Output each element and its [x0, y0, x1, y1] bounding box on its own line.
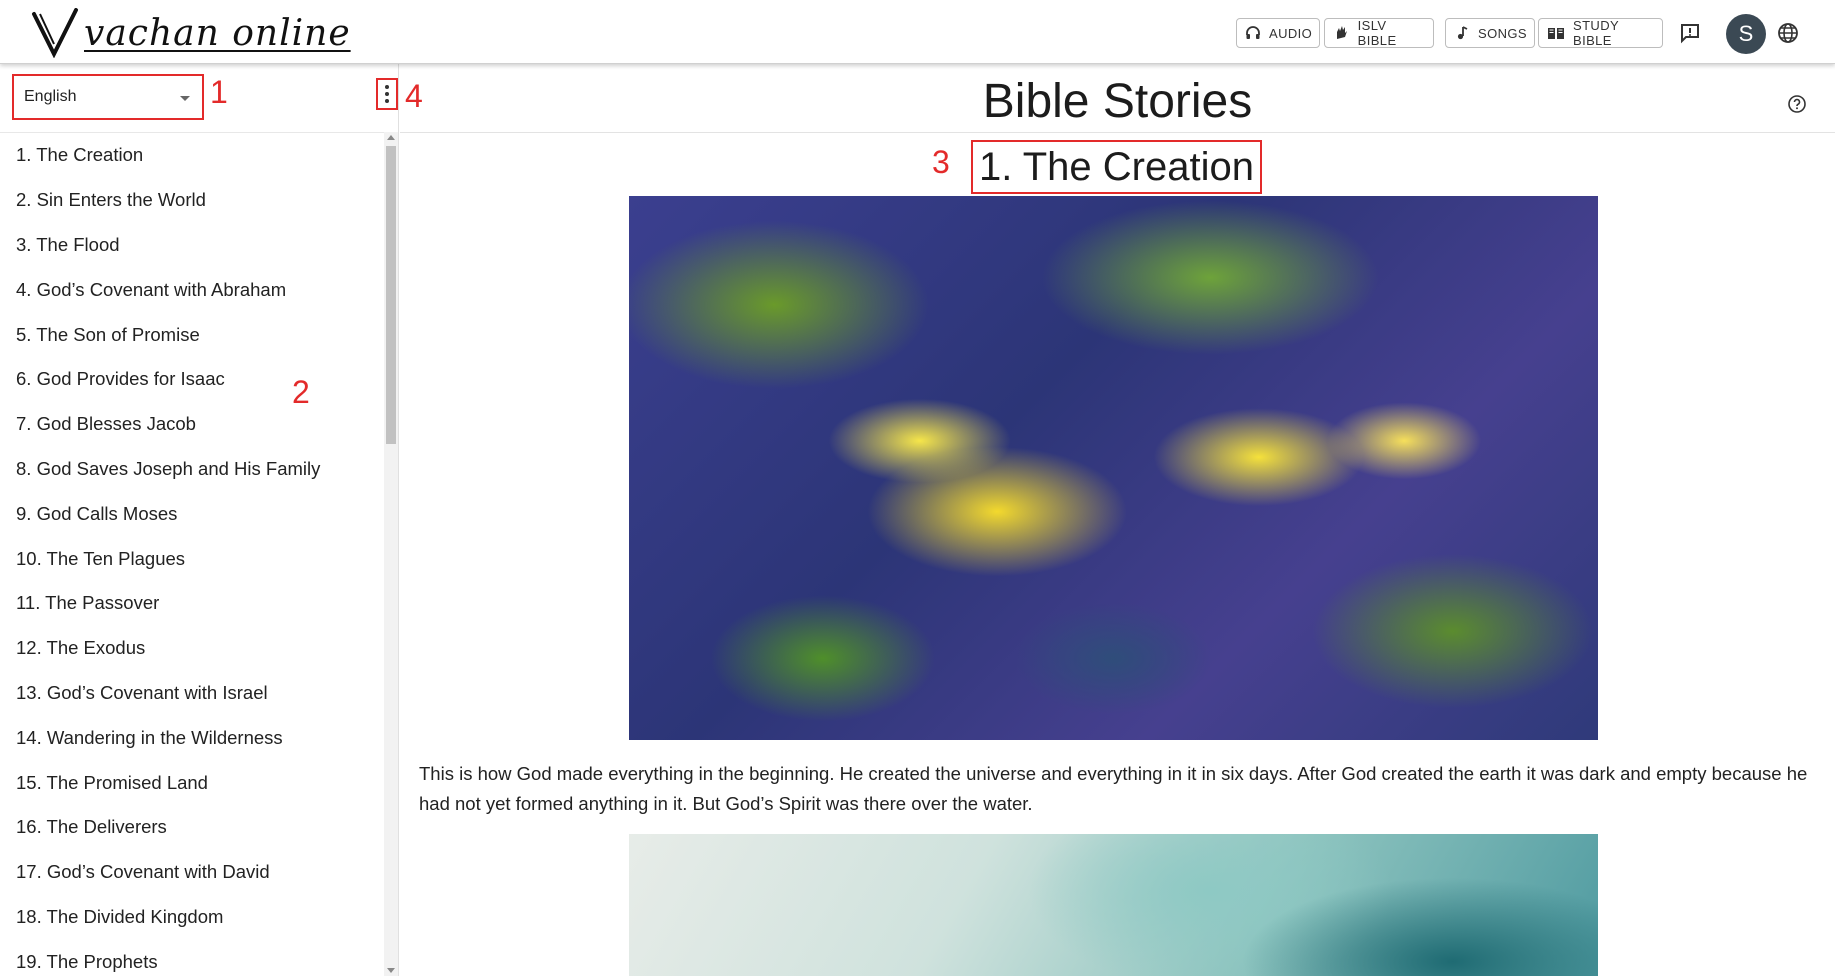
sign-language-icon	[1333, 24, 1350, 42]
headphones-icon	[1245, 24, 1261, 42]
logo[interactable]: vachan online	[30, 6, 351, 60]
story-list-item[interactable]: 18. The Divided Kingdom	[0, 895, 384, 940]
islv-bible-button[interactable]: ISLV BIBLE	[1324, 18, 1434, 48]
dot-icon	[385, 85, 389, 89]
chevron-down-icon	[180, 96, 190, 101]
study-bible-button-label: STUDY BIBLE	[1573, 18, 1619, 48]
help-icon[interactable]	[1783, 90, 1811, 118]
globe-icon[interactable]	[1774, 19, 1802, 47]
sidebar-scrollbar[interactable]	[384, 132, 398, 976]
story-list-item[interactable]: 9. God Calls Moses	[0, 491, 384, 536]
story-illustration	[629, 196, 1598, 740]
story-list-item[interactable]: 2. Sin Enters the World	[0, 178, 384, 223]
islv-bible-button-label: ISLV BIBLE	[1357, 18, 1397, 48]
music-note-icon	[1454, 24, 1470, 42]
scroll-up-icon[interactable]	[387, 135, 395, 140]
annotation-1: 1	[210, 74, 228, 110]
story-list: 1. The Creation 2. Sin Enters the World 3.…	[0, 132, 384, 976]
page-title: Bible Stories	[982, 75, 1253, 128]
story-list-item[interactable]: 4. God’s Covenant with Abraham	[0, 267, 384, 312]
story-paragraph: This is how God made everything in the b…	[419, 763, 1808, 814]
language-select[interactable]: English	[12, 74, 204, 120]
book-icon	[1547, 24, 1565, 42]
study-bible-button[interactable]: STUDY BIBLE	[1538, 18, 1663, 48]
story-list-item[interactable]: 7. God Blesses Jacob	[0, 402, 384, 447]
annotation-3: 3	[932, 144, 950, 180]
audio-button-label: AUDIO	[1269, 25, 1313, 41]
app-header: vachan online AUDIO ISLV BIBLE SONGS STU…	[0, 0, 1835, 64]
story-list-item[interactable]: 17. God’s Covenant with David	[0, 850, 384, 895]
story-list-item[interactable]: 19. The Prophets	[0, 939, 384, 976]
story-list-item[interactable]: 11. The Passover	[0, 581, 384, 626]
language-select-value: English	[24, 88, 77, 105]
annotation-2: 2	[292, 374, 310, 410]
dot-icon	[385, 92, 389, 96]
title-bar: Bible Stories	[400, 64, 1835, 133]
feedback-icon[interactable]	[1676, 19, 1704, 47]
story-list-item[interactable]: 8. God Saves Joseph and His Family	[0, 447, 384, 492]
avatar[interactable]: S	[1726, 14, 1766, 54]
story-list-item[interactable]: 14. Wandering in the Wilderness	[0, 715, 384, 760]
story-list-item[interactable]: 13. God’s Covenant with Israel	[0, 671, 384, 716]
story-list-item[interactable]: 1. The Creation	[0, 133, 384, 178]
songs-button-label: SONGS	[1478, 25, 1527, 41]
story-list-item[interactable]: 3. The Flood	[0, 223, 384, 268]
story-list-item[interactable]: 10. The Ten Plagues	[0, 536, 384, 581]
story-list-item[interactable]: 15. The Promised Land	[0, 760, 384, 805]
scroll-down-icon[interactable]	[387, 968, 395, 973]
logo-text: vachan online	[84, 12, 351, 54]
dot-icon	[385, 99, 389, 103]
more-options-button[interactable]	[376, 78, 398, 110]
audio-button[interactable]: AUDIO	[1236, 18, 1320, 48]
sidebar: English 1 4 1. The Creation 2. Sin Enters…	[0, 64, 423, 976]
scrollbar-thumb[interactable]	[386, 146, 396, 444]
songs-button[interactable]: SONGS	[1445, 18, 1535, 48]
story-list-item[interactable]: 6. God Provides for Isaac	[0, 357, 384, 402]
story-illustration	[629, 834, 1598, 976]
logo-mark-icon	[32, 8, 78, 58]
story-list-item[interactable]: 12. The Exodus	[0, 626, 384, 671]
story-list-item[interactable]: 5. The Son of Promise	[0, 312, 384, 357]
main-content: Bible Stories 3 1. The Creation This is …	[400, 64, 1835, 976]
story-title: 1. The Creation	[971, 140, 1262, 194]
story-list-item[interactable]: 16. The Deliverers	[0, 805, 384, 850]
